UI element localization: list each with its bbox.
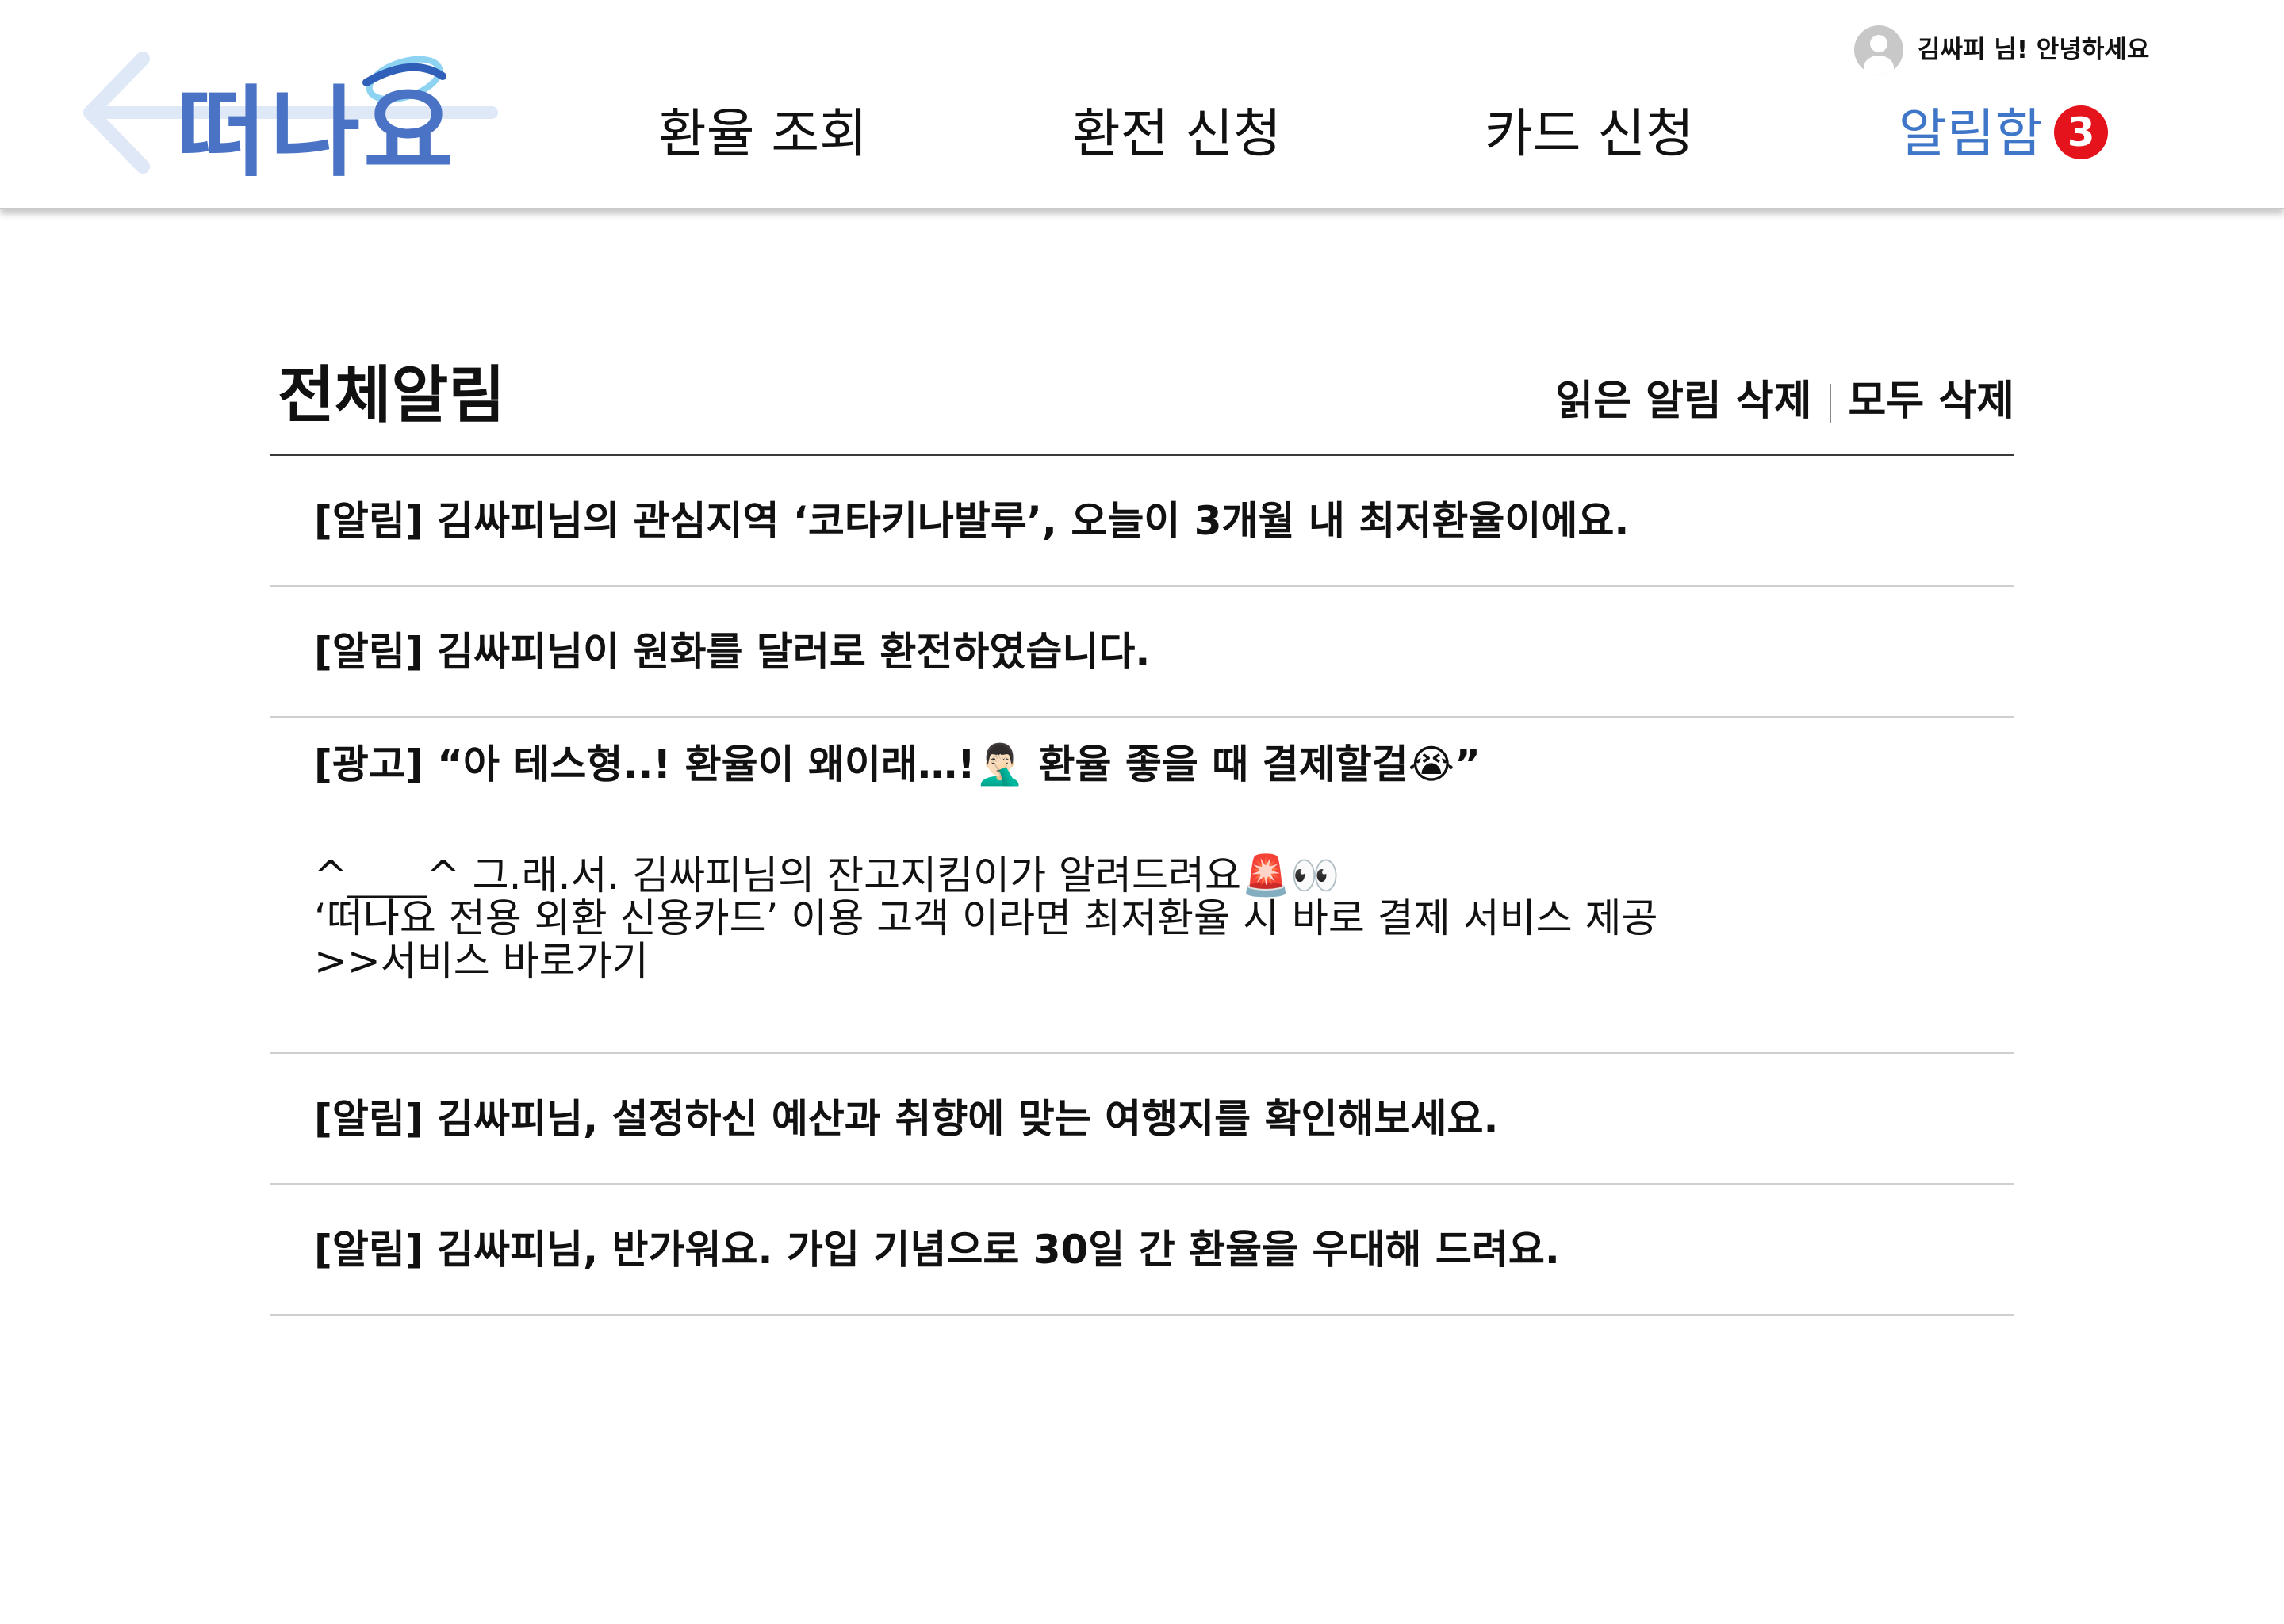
- logo[interactable]: 떠나요: [79, 48, 508, 190]
- notification-item[interactable]: [알림] 김싸피님, 설정하신 예산과 취향에 맞는 여행지를 확인해보세요.: [270, 1054, 2014, 1185]
- ad-headline: [광고] “아 테스형..! 환율이 왜이래…!🤦🏻‍♂️ 환율 좋을 때 결제…: [314, 741, 1481, 787]
- top-header: 떠나요 환율 조회 환전 신청 카드 신청 알림함 3 김싸피 님! 안녕하세요: [0, 0, 2284, 209]
- avatar-icon: [1854, 25, 1903, 75]
- ad-body-line-1: ^____^ 그.래.서. 김싸피님의 잔고지킴이가 알려드려요🚨👀: [314, 852, 1340, 898]
- user-greeting-text: 김싸피 님! 안녕하세요: [1918, 36, 2150, 64]
- notification-actions: 읽은 알림 삭제 모두 삭제: [1555, 376, 2014, 427]
- delete-read-button[interactable]: 읽은 알림 삭제: [1555, 377, 1811, 425]
- actions-divider: [1829, 384, 1831, 423]
- nav-notifications[interactable]: 알림함 3: [1899, 98, 2109, 170]
- nav-card-request[interactable]: 카드 신청: [1485, 98, 1694, 170]
- notification-list: [알림] 김싸피님의 관심지역 ‘코타키나발루’, 오늘이 3개월 내 최저환율…: [270, 454, 2014, 1316]
- notification-item[interactable]: [알림] 김싸피님의 관심지역 ‘코타키나발루’, 오늘이 3개월 내 최저환율…: [270, 456, 2014, 587]
- delete-all-button[interactable]: 모두 삭제: [1849, 377, 2014, 425]
- ad-body-line-2: ‘떠나요 전용 외환 신용카드’ 이용 고객 이라면 최저환율 시 바로 결제 …: [314, 895, 1658, 941]
- notification-item[interactable]: [알림] 김싸피님이 원화를 달러로 환전하였습니다.: [270, 587, 2014, 718]
- notification-count-badge: 3: [2054, 105, 2109, 159]
- page-title: 전체알림: [278, 360, 506, 431]
- nav-notifications-label: 알림함: [1899, 103, 2044, 164]
- ad-notification-item[interactable]: [광고] “아 테스형..! 환율이 왜이래…!🤦🏻‍♂️ 환율 좋을 때 결제…: [270, 718, 2014, 1054]
- nav-exchange-rate[interactable]: 환율 조회: [658, 98, 868, 170]
- logo-text: 떠나요: [176, 76, 458, 190]
- service-link[interactable]: >>서비스 바로가기: [314, 940, 2014, 982]
- notification-item[interactable]: [알림] 김싸피님, 반가워요. 가입 기념으로 30일 간 환율을 우대해 드…: [270, 1185, 2014, 1316]
- nav-exchange-request[interactable]: 환전 신청: [1072, 98, 1282, 170]
